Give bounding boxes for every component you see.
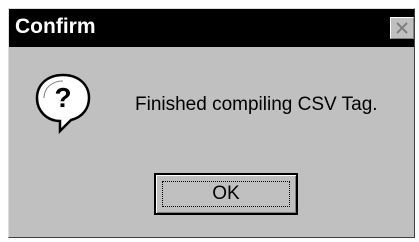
ok-button[interactable]: OK [154, 173, 298, 215]
ok-button-label: OK [212, 183, 240, 204]
dialog-message: Finished compiling CSV Tag. [135, 94, 378, 115]
title-bar[interactable]: Confirm [9, 9, 414, 47]
confirm-dialog: Confirm ? Finished compiling CSV Tag. OK [8, 8, 415, 238]
question-icon: ? [35, 73, 91, 135]
dialog-title: Confirm [15, 15, 96, 38]
close-icon [396, 22, 408, 34]
svg-text:?: ? [54, 82, 71, 113]
close-button[interactable] [390, 17, 414, 39]
